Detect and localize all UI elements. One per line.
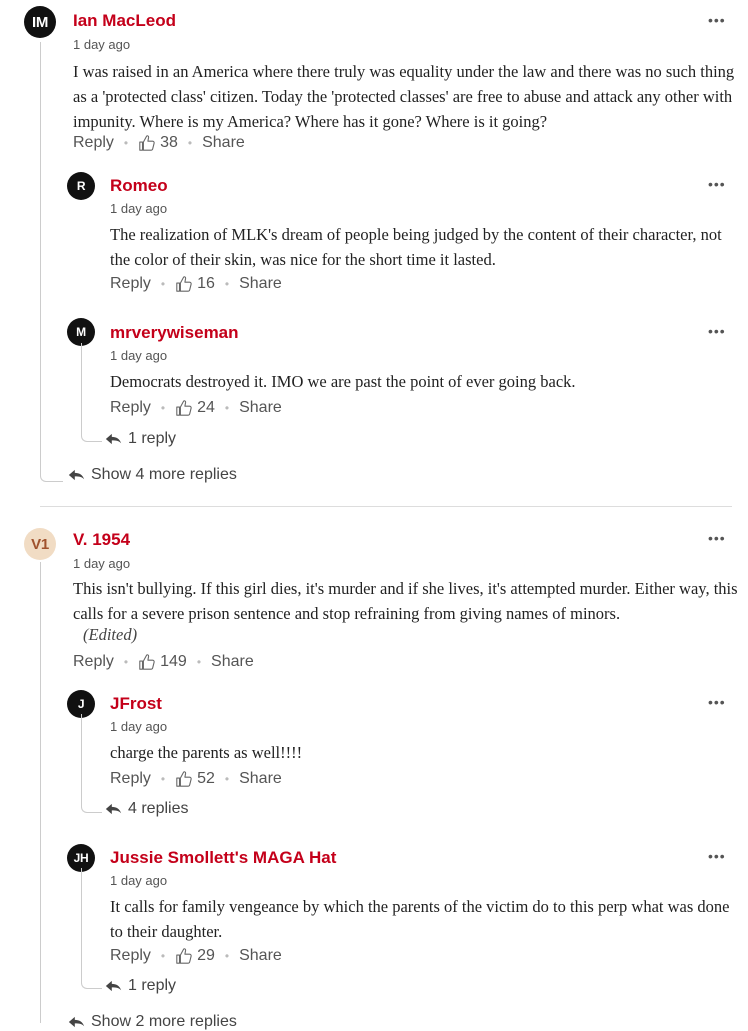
comment-timestamp: 1 day ago — [110, 719, 168, 734]
comment-text: Democrats destroyed it. IMO we are past … — [110, 372, 576, 391]
thumbs-up-icon — [175, 275, 193, 293]
comment-text: It calls for family vengeance by which t… — [110, 897, 730, 941]
view-replies-link[interactable]: 1 reply — [105, 430, 176, 448]
share-button[interactable]: Share — [239, 947, 282, 965]
like-button[interactable]: 149 — [138, 653, 187, 671]
reply-arrow-icon — [105, 979, 122, 993]
more-options-icon[interactable]: ••• — [708, 530, 726, 546]
comment-author[interactable]: V. 1954 — [73, 530, 130, 550]
share-button[interactable]: Share — [211, 653, 254, 671]
more-options-icon[interactable]: ••• — [708, 848, 726, 864]
thread-line — [40, 42, 41, 467]
comment-timestamp: 1 day ago — [110, 348, 168, 363]
thumbs-up-icon — [175, 399, 193, 417]
thumbs-up-icon — [175, 770, 193, 788]
view-replies-link[interactable]: 4 replies — [105, 800, 188, 818]
comment-author[interactable]: mrverywiseman — [110, 323, 239, 343]
like-button[interactable]: 29 — [175, 947, 215, 965]
like-count: 52 — [197, 770, 215, 787]
thread-elbow — [81, 714, 102, 813]
thread-elbow — [81, 868, 102, 989]
show-more-replies-link[interactable]: Show 2 more replies — [68, 1013, 237, 1031]
comment-author[interactable]: Jussie Smollett's MAGA Hat — [110, 848, 336, 868]
comment-divider — [40, 506, 732, 507]
comment-actions: Reply • 29 • Share — [110, 947, 282, 965]
comment-text: The realization of MLK's dream of people… — [110, 225, 722, 269]
show-more-replies-label: Show 2 more replies — [91, 1013, 237, 1030]
like-count: 149 — [160, 653, 187, 670]
comment-actions: Reply • 52 • Share — [110, 770, 282, 788]
like-count: 29 — [197, 947, 215, 964]
comment-author[interactable]: Ian MacLeod — [73, 11, 176, 31]
comment-timestamp: 1 day ago — [110, 873, 168, 888]
reply-button[interactable]: Reply — [110, 399, 151, 417]
comment-author[interactable]: JFrost — [110, 694, 162, 714]
like-button[interactable]: 52 — [175, 770, 215, 788]
reply-arrow-icon — [105, 802, 122, 816]
comment-timestamp: 1 day ago — [73, 556, 131, 571]
like-count: 16 — [197, 275, 215, 292]
comment-actions: Reply • 24 • Share — [110, 399, 282, 417]
reply-button[interactable]: Reply — [110, 947, 151, 965]
replies-count-label: 4 replies — [128, 800, 189, 817]
comment-timestamp: 1 day ago — [110, 201, 168, 216]
thread-elbow — [81, 343, 102, 442]
comment-actions: Reply • 38 • Share — [73, 134, 245, 152]
reply-button[interactable]: Reply — [73, 653, 114, 671]
comment-text: This isn't bullying. If this girl dies, … — [73, 579, 738, 623]
avatar[interactable]: V1 — [24, 528, 56, 560]
avatar[interactable]: R — [67, 172, 95, 200]
like-count: 38 — [160, 134, 178, 151]
thread-elbow — [40, 440, 63, 482]
replies-count-label: 1 reply — [128, 977, 177, 994]
show-more-replies-label: Show 4 more replies — [91, 466, 237, 483]
like-count: 24 — [197, 399, 215, 416]
share-button[interactable]: Share — [239, 399, 282, 417]
share-button[interactable]: Share — [239, 275, 282, 293]
reply-button[interactable]: Reply — [73, 134, 114, 152]
comment-timestamp: 1 day ago — [73, 37, 131, 52]
thumbs-up-icon — [138, 653, 156, 671]
comment-text: I was raised in an America where there t… — [73, 62, 735, 131]
more-options-icon[interactable]: ••• — [708, 176, 726, 192]
reply-arrow-icon — [68, 1015, 85, 1029]
avatar[interactable]: M — [67, 318, 95, 346]
thread-line — [40, 562, 41, 1023]
reply-arrow-icon — [105, 432, 122, 446]
comment-text: charge the parents as well!!!! — [110, 743, 303, 762]
avatar[interactable]: IM — [24, 6, 56, 38]
comment-actions: Reply • 149 • Share — [73, 653, 254, 671]
more-options-icon[interactable]: ••• — [708, 12, 726, 28]
comment-actions: Reply • 16 • Share — [110, 275, 282, 293]
reply-button[interactable]: Reply — [110, 275, 151, 293]
like-button[interactable]: 38 — [138, 134, 178, 152]
thumbs-up-icon — [138, 134, 156, 152]
like-button[interactable]: 24 — [175, 399, 215, 417]
comment-author[interactable]: Romeo — [110, 176, 168, 196]
share-button[interactable]: Share — [239, 770, 282, 788]
edited-label: (Edited) — [83, 625, 138, 644]
thumbs-up-icon — [175, 947, 193, 965]
replies-count-label: 1 reply — [128, 430, 177, 447]
reply-arrow-icon — [68, 468, 85, 482]
more-options-icon[interactable]: ••• — [708, 323, 726, 339]
show-more-replies-link[interactable]: Show 4 more replies — [68, 466, 237, 484]
reply-button[interactable]: Reply — [110, 770, 151, 788]
view-replies-link[interactable]: 1 reply — [105, 977, 176, 995]
share-button[interactable]: Share — [202, 134, 245, 152]
more-options-icon[interactable]: ••• — [708, 694, 726, 710]
like-button[interactable]: 16 — [175, 275, 215, 293]
